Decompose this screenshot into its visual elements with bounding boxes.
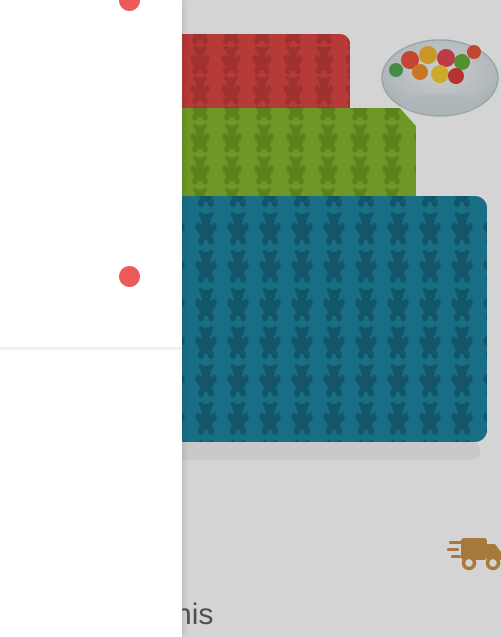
- side-drawer: [0, 0, 182, 637]
- indicator-dot-icon: [119, 0, 140, 11]
- indicator-dot-icon: [119, 266, 140, 287]
- drawer-divider: [0, 347, 182, 350]
